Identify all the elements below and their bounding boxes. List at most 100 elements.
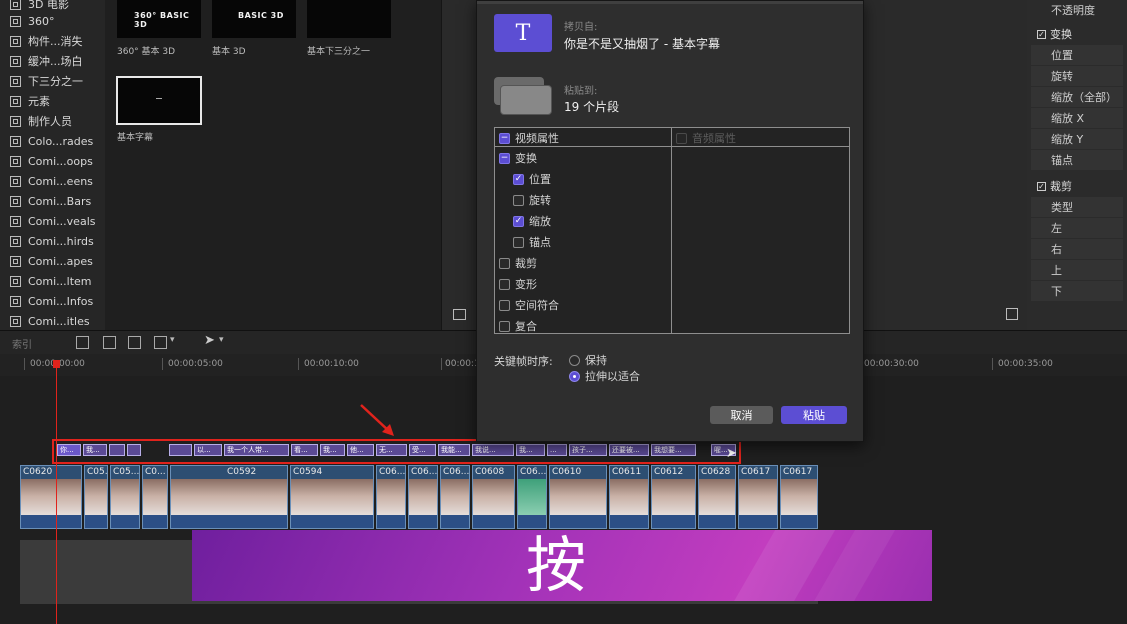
select-tool-icon[interactable]: ➤	[204, 333, 215, 348]
inspector-row[interactable]: 右	[1031, 239, 1123, 259]
video-clip[interactable]: C0608	[472, 465, 515, 529]
sidebar-item[interactable]: Colo...rades	[10, 131, 93, 151]
inspector-row[interactable]: 缩放（全部）	[1031, 87, 1123, 107]
sidebar-item[interactable]: Comi...apes	[10, 251, 93, 271]
prop-distort[interactable]: 变形	[499, 275, 537, 293]
video-clip[interactable]: C0617	[780, 465, 818, 529]
checkbox-mixed-icon[interactable]: −	[499, 132, 510, 144]
audio-waveform	[699, 515, 735, 528]
video-clip[interactable]: C0612	[651, 465, 696, 529]
video-clip[interactable]: C06...	[408, 465, 438, 529]
keyframe-option-stretch[interactable]: 拉伸以适合	[569, 367, 640, 385]
append-clip-icon[interactable]	[128, 336, 141, 349]
prop-position[interactable]: ✓ 位置	[513, 170, 551, 188]
sidebar-item[interactable]: Comi...hirds	[10, 231, 94, 251]
sidebar-item[interactable]: 缓冲...场白	[10, 51, 83, 71]
sidebar-item[interactable]: Comi...ltem	[10, 271, 92, 291]
inspector-row[interactable]: 旋转	[1031, 66, 1123, 86]
video-clip[interactable]: C0620	[20, 465, 82, 529]
video-properties-header[interactable]: − 视频属性	[499, 129, 559, 147]
audio-waveform	[739, 515, 777, 528]
video-clip[interactable]: C0594	[290, 465, 374, 529]
chevron-down-icon[interactable]: ▾	[219, 335, 224, 345]
checkbox-icon[interactable]	[513, 236, 524, 248]
checkbox-checked-icon[interactable]: ✓	[513, 215, 524, 227]
insert-clip-icon[interactable]	[103, 336, 116, 349]
sidebar-item[interactable]: Comi...Infos	[10, 291, 93, 311]
prop-anchor[interactable]: 锚点	[513, 233, 551, 251]
prop-scale[interactable]: ✓ 缩放	[513, 212, 551, 230]
title-thumbnail[interactable]	[307, 0, 391, 38]
video-clip[interactable]: C0628	[698, 465, 736, 529]
prop-crop[interactable]: 裁剪	[499, 254, 537, 272]
fullscreen-icon[interactable]	[1006, 308, 1018, 320]
video-clip[interactable]: C05...	[84, 465, 108, 529]
overwrite-clip-icon[interactable]	[154, 336, 167, 349]
checkbox-icon[interactable]: ✓	[1037, 181, 1046, 191]
sidebar-item[interactable]: 下三分之一	[10, 71, 83, 91]
audio-waveform	[291, 515, 373, 528]
sidebar-item[interactable]: 构件...消失	[10, 31, 83, 51]
checkbox-icon[interactable]	[499, 299, 510, 311]
inspector-row[interactable]: 锚点	[1031, 150, 1123, 170]
playhead[interactable]	[56, 360, 57, 624]
prop-compositing[interactable]: 复合	[499, 317, 537, 333]
radio-icon[interactable]	[569, 354, 580, 366]
video-clip[interactable]: C05...	[110, 465, 140, 529]
paste-button[interactable]: 粘贴	[781, 406, 847, 424]
title-category-icon	[10, 155, 21, 167]
chevron-down-icon[interactable]: ▾	[170, 335, 175, 345]
cancel-button[interactable]: 取消	[710, 406, 773, 424]
inspector-crop-header[interactable]: ✓ 裁剪	[1031, 176, 1123, 196]
sidebar-item[interactable]: Comi...eens	[10, 171, 93, 191]
video-clip[interactable]: C0617	[738, 465, 778, 529]
sidebar-item[interactable]: 元素	[10, 91, 50, 111]
video-clip[interactable]: C06...	[440, 465, 470, 529]
checkbox-icon[interactable]	[499, 320, 510, 332]
inspector-row[interactable]: 下	[1031, 281, 1123, 301]
inspector-row[interactable]: 位置	[1031, 45, 1123, 65]
video-clip[interactable]: C0610	[549, 465, 607, 529]
connect-clip-icon[interactable]	[76, 336, 89, 349]
prop-spatial-conform[interactable]: 空间符合	[499, 296, 559, 314]
title-category-icon	[10, 275, 21, 287]
display-options-icon[interactable]	[453, 309, 466, 320]
inspector-row[interactable]: 缩放 X	[1031, 108, 1123, 128]
inspector-row[interactable]: 类型	[1031, 197, 1123, 217]
video-clip[interactable]: C0611	[609, 465, 649, 529]
audio-waveform	[518, 515, 546, 528]
audio-waveform	[550, 515, 606, 528]
annotation-arrow-icon	[360, 404, 394, 436]
radio-selected-icon[interactable]	[569, 370, 580, 382]
titles-browser: 360° BASIC 3D 360° 基本 3D BASIC 3D 基本 3D …	[105, 0, 441, 330]
title-category-icon	[10, 95, 21, 107]
title-thumbnail-selected[interactable]	[116, 76, 202, 125]
inspector-row[interactable]: 缩放 Y	[1031, 129, 1123, 149]
checkbox-icon[interactable]: ✓	[1037, 29, 1046, 39]
title-thumbnail[interactable]: 360° BASIC 3D	[117, 0, 201, 38]
checkbox-icon[interactable]	[499, 278, 510, 290]
sidebar-item[interactable]: Comi...itles	[10, 311, 90, 331]
sidebar-item[interactable]: 360°	[10, 11, 55, 31]
video-clip[interactable]: C0...	[142, 465, 168, 529]
checkbox-checked-icon[interactable]: ✓	[513, 173, 524, 185]
inspector-opacity[interactable]: 不透明度	[1031, 0, 1123, 20]
inspector-transform-header[interactable]: ✓ 变换	[1031, 24, 1123, 44]
playhead-handle[interactable]	[53, 360, 60, 368]
inspector-row[interactable]: 左	[1031, 218, 1123, 238]
prop-rotation[interactable]: 旋转	[513, 191, 551, 209]
video-clip[interactable]: C0592	[170, 465, 288, 529]
video-clip[interactable]: C06...	[517, 465, 547, 529]
sidebar-item[interactable]: Comi...Bars	[10, 191, 91, 211]
checkbox-mixed-icon[interactable]: −	[499, 152, 510, 164]
sidebar-item[interactable]: Comi...veals	[10, 211, 95, 231]
video-clip[interactable]: C06...	[376, 465, 406, 529]
title-thumbnail[interactable]: BASIC 3D	[212, 0, 296, 38]
index-button[interactable]: 索引	[12, 336, 32, 351]
inspector-row[interactable]: 上	[1031, 260, 1123, 280]
sidebar-item[interactable]: 制作人员	[10, 111, 72, 131]
sidebar-item[interactable]: Comi...oops	[10, 151, 93, 171]
prop-transform[interactable]: − 变换	[499, 149, 537, 167]
checkbox-icon[interactable]	[499, 257, 510, 269]
checkbox-icon[interactable]	[513, 194, 524, 206]
